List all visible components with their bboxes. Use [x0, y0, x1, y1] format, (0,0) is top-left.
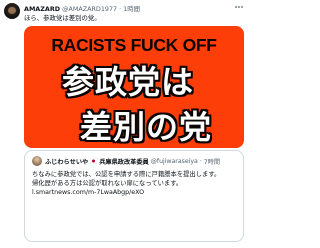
quote-author-handle: @fujiwaraseiya: [150, 157, 198, 165]
quote-link[interactable]: l.smartnews.com/m-7LwaAbgp/eXO: [32, 188, 238, 197]
quoted-tweet[interactable]: ふじわらせいや 兵庫県政改革委員 @fujiwaraseiya · 7時間 ちな…: [24, 150, 244, 242]
quote-separator: ·: [199, 157, 202, 165]
quote-body-line: 帰化歴がある方は公認が取れない扉になっています。: [32, 180, 183, 187]
more-horizontal-icon[interactable]: [234, 2, 244, 12]
japan-flag-icon: [90, 158, 98, 164]
quote-avatar: [32, 156, 42, 166]
tweet[interactable]: AMAZARD @AMAZARD1977 · 1時間 ほら、参政党は差別の党。 …: [0, 0, 250, 248]
author-handle[interactable]: @AMAZARD1977: [62, 5, 117, 13]
media-text-line2: 参政党は: [62, 63, 195, 101]
quote-time: 7時間: [203, 158, 221, 166]
avatar[interactable]: [4, 3, 20, 19]
quote-author-name: ふじわらせいや: [45, 158, 89, 166]
quote-header: ふじわらせいや 兵庫県政改革委員 @fujiwaraseiya · 7時間: [45, 156, 241, 166]
quote-body: ちなみに参政党では、公認を申請する際に戸籍謄本を提出します。 帰化歴がある方は公…: [32, 170, 238, 197]
separator-dot: ·: [119, 4, 122, 13]
media-text-line1: RACISTS FUCK OFF: [51, 35, 217, 55]
tweet-media-image[interactable]: RACISTS FUCK OFF 参政党は 差別の党: [24, 26, 244, 148]
author-name[interactable]: AMAZARD: [24, 5, 60, 13]
tweet-text: ほら、参政党は差別の党。: [24, 14, 101, 22]
quote-author-affiliation: 兵庫県政改革委員: [99, 158, 149, 166]
tweet-time[interactable]: 1時間: [123, 4, 140, 13]
media-text-line3: 差別の党: [80, 108, 213, 146]
quote-body-line: ちなみに参政党では、公認を申請する際に戸籍謄本を提出します。: [32, 171, 221, 178]
